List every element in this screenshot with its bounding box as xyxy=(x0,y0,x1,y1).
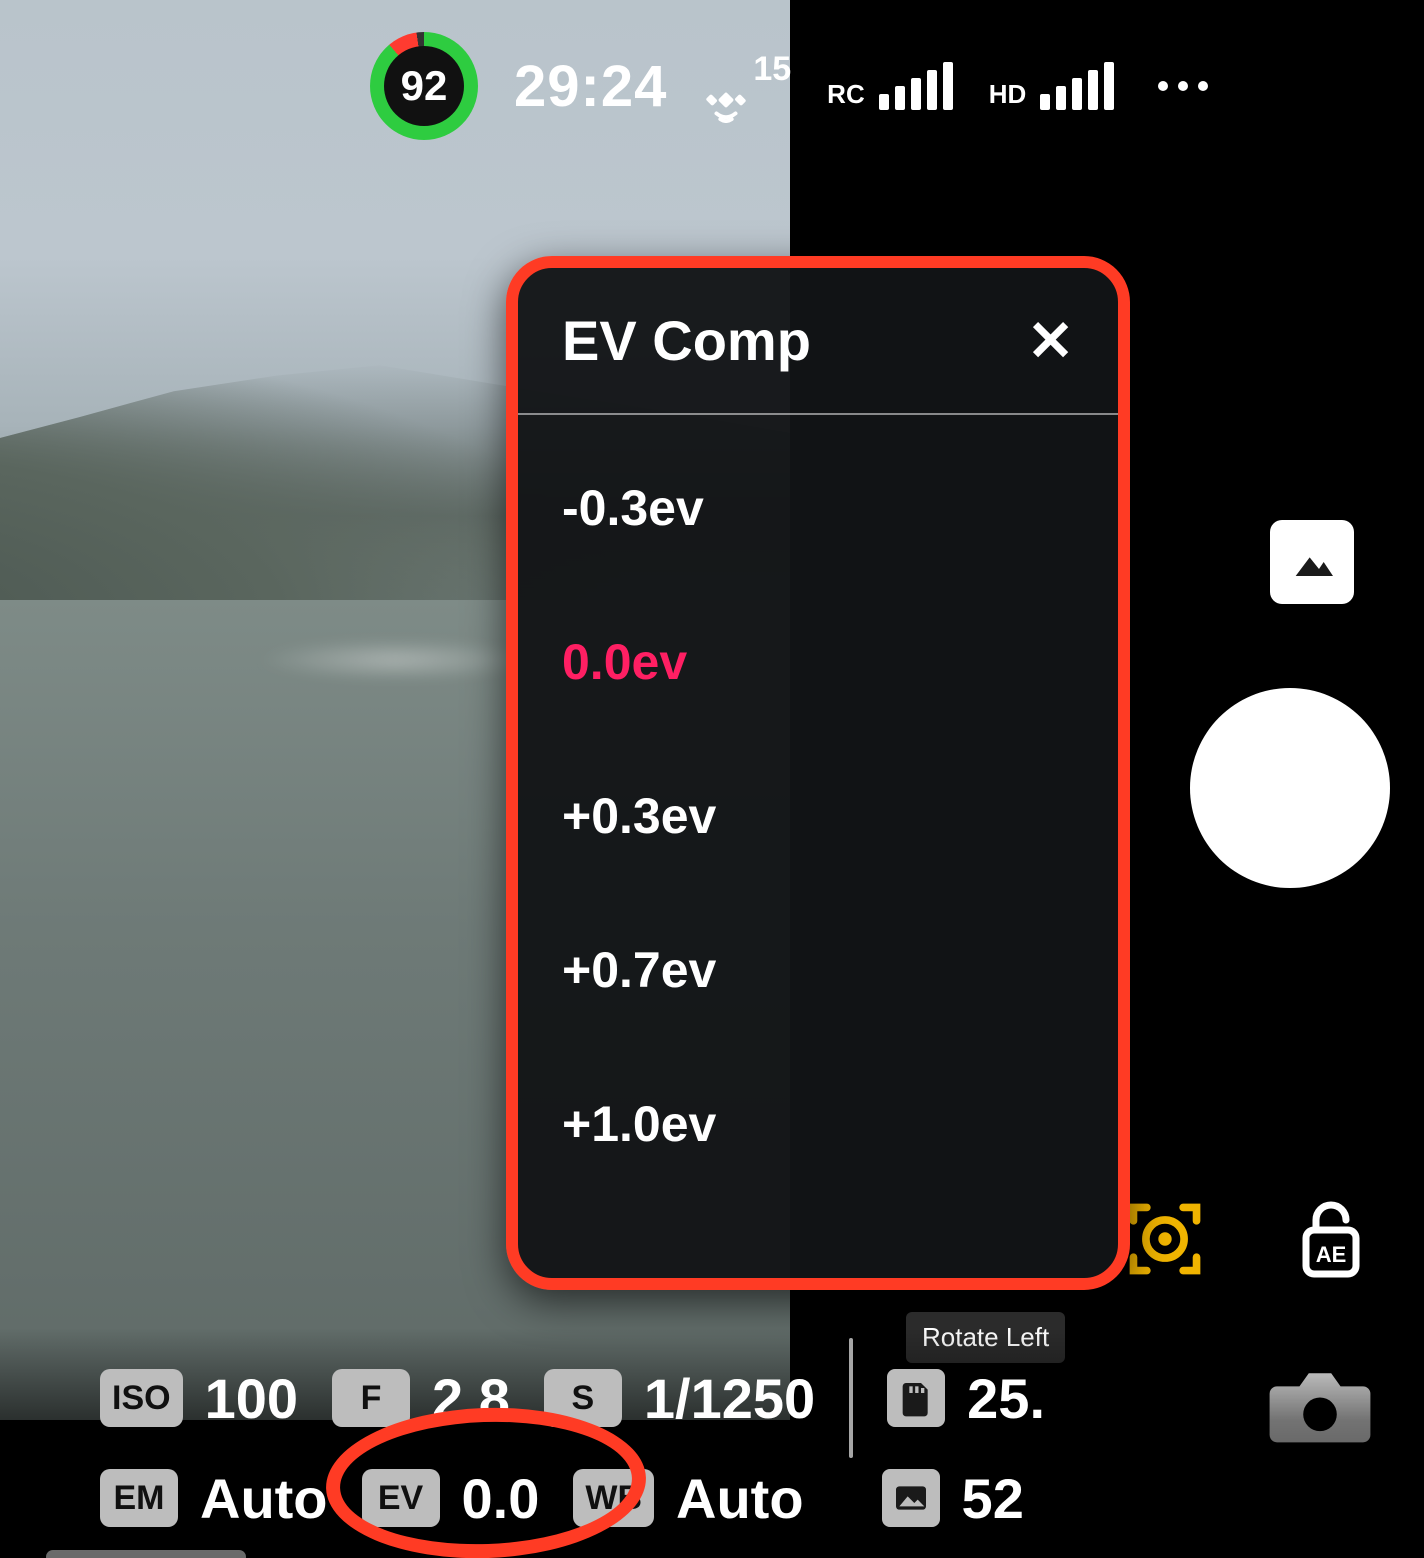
hd-label: HD xyxy=(989,79,1027,110)
iso-group[interactable]: ISO 100 xyxy=(100,1366,298,1431)
ev-comp-header: EV Comp ✕ xyxy=(518,268,1118,415)
em-chip: EM xyxy=(100,1469,178,1527)
satellite-icon xyxy=(703,77,749,123)
params-row-1: ISO 100 F 2.8 S 1/1250 25. xyxy=(100,1348,1384,1448)
satellite-count: 15 xyxy=(753,50,791,89)
aperture-group[interactable]: F 2.8 xyxy=(332,1366,510,1431)
iso-chip: ISO xyxy=(100,1369,183,1427)
ev-comp-title: EV Comp xyxy=(562,308,811,373)
ev-option-selected[interactable]: 0.0ev xyxy=(562,585,1074,739)
battery-indicator[interactable]: 92 xyxy=(370,32,478,140)
shutter-value: 1/1250 xyxy=(644,1366,815,1431)
svg-text:AE: AE xyxy=(1316,1242,1347,1267)
gallery-icon xyxy=(1284,534,1340,590)
shutter-group[interactable]: S 1/1250 xyxy=(544,1366,815,1431)
photos-remaining: 52 xyxy=(962,1466,1024,1531)
battery-ring-icon: 92 xyxy=(370,32,478,140)
gallery-button[interactable] xyxy=(1270,520,1354,604)
ae-lock-icon: AE xyxy=(1296,1196,1366,1282)
shutter-button[interactable] xyxy=(1190,688,1390,888)
sd-card-icon xyxy=(887,1369,945,1427)
ev-option[interactable]: +0.3ev xyxy=(562,739,1074,893)
em-group[interactable]: EM Auto xyxy=(100,1466,328,1531)
focus-mode-button[interactable] xyxy=(1122,1196,1208,1282)
ev-group[interactable]: EV 0.0 xyxy=(362,1466,540,1531)
wb-chip: WB xyxy=(573,1469,654,1527)
scroll-indicator xyxy=(46,1550,246,1558)
ev-chip: EV xyxy=(362,1469,440,1527)
ev-option[interactable]: +1.0ev xyxy=(562,1047,1074,1201)
drone-camera-screen: 92 29:24 15 RC HD xyxy=(0,0,1424,1558)
iso-value: 100 xyxy=(205,1366,298,1431)
ev-comp-options[interactable]: -0.3ev 0.0ev +0.3ev +0.7ev +1.0ev xyxy=(518,415,1118,1217)
wb-group[interactable]: WB Auto xyxy=(573,1466,803,1531)
params-row-2: EM Auto EV 0.0 WB Auto 52 xyxy=(100,1448,1384,1548)
more-icon xyxy=(1158,81,1168,91)
photo-count-icon xyxy=(882,1469,940,1527)
ev-option[interactable]: -0.3ev xyxy=(562,431,1074,585)
rc-signal-bars-icon xyxy=(879,62,953,110)
close-button[interactable]: ✕ xyxy=(1027,313,1074,369)
photo-count-group[interactable]: 52 xyxy=(882,1466,1024,1531)
shutter-chip: S xyxy=(544,1369,622,1427)
camera-params-bar: ISO 100 F 2.8 S 1/1250 25. EM Aut xyxy=(0,1328,1424,1558)
aperture-value: 2.8 xyxy=(432,1366,510,1431)
aperture-chip: F xyxy=(332,1369,410,1427)
flight-time-remaining: 29:24 xyxy=(514,53,667,120)
storage-group[interactable]: 25. xyxy=(887,1366,1045,1431)
hd-signal[interactable]: HD xyxy=(989,62,1115,110)
status-bar: 92 29:24 15 RC HD xyxy=(0,26,1424,146)
wb-value: Auto xyxy=(676,1466,804,1531)
more-menu-button[interactable] xyxy=(1158,81,1208,91)
rc-label: RC xyxy=(827,79,865,110)
close-icon: ✕ xyxy=(1027,309,1074,372)
em-value: Auto xyxy=(200,1466,328,1531)
ev-value: 0.0 xyxy=(462,1466,540,1531)
ev-comp-popup: EV Comp ✕ -0.3ev 0.0ev +0.3ev +0.7ev +1.… xyxy=(506,256,1130,1290)
battery-percent: 92 xyxy=(384,46,464,126)
gps-satellites[interactable]: 15 xyxy=(703,50,791,123)
ae-lock-button[interactable]: AE xyxy=(1296,1196,1366,1278)
focus-icon xyxy=(1122,1196,1208,1282)
rc-signal[interactable]: RC xyxy=(827,62,953,110)
separator xyxy=(849,1338,853,1458)
ev-option[interactable]: +0.7ev xyxy=(562,893,1074,1047)
hd-signal-bars-icon xyxy=(1040,62,1114,110)
storage-remaining: 25. xyxy=(967,1366,1045,1431)
